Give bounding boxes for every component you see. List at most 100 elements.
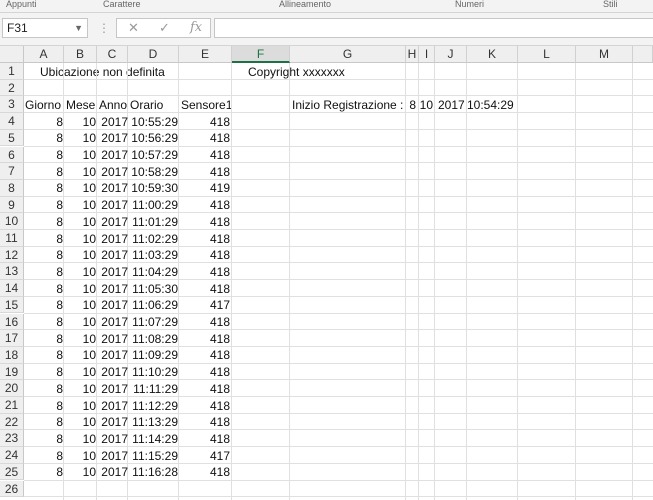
row-header[interactable]: 5 <box>0 129 24 147</box>
more-options-icon[interactable]: ⋮ <box>98 21 110 35</box>
row-header[interactable]: 23 <box>0 430 24 448</box>
cell-day[interactable]: 8 <box>25 281 63 297</box>
cell-year[interactable]: 2017 <box>98 164 128 180</box>
cell-year[interactable]: 2017 <box>98 331 128 347</box>
cell-month[interactable]: 10 <box>65 281 96 297</box>
cell-day[interactable]: 8 <box>25 180 63 196</box>
worksheet-grid[interactable]: Ubicazione non definita Copyright xxxxxx… <box>24 63 653 500</box>
cell-year[interactable]: 2017 <box>98 281 128 297</box>
cell-month[interactable]: 10 <box>65 464 96 480</box>
row-header[interactable]: 8 <box>0 179 24 197</box>
insert-function-icon[interactable]: fx <box>190 20 202 35</box>
cell-year[interactable]: 2017 <box>98 431 128 447</box>
row-header[interactable]: 3 <box>0 96 24 114</box>
row-header[interactable]: 7 <box>0 163 24 180</box>
cell-sensor[interactable]: 418 <box>180 214 230 230</box>
cell-month[interactable]: 10 <box>65 347 96 363</box>
cell-time[interactable]: 11:01:29 <box>129 214 178 230</box>
cell-sensor[interactable]: 418 <box>180 398 230 414</box>
row-header[interactable]: 25 <box>0 463 24 481</box>
start-time[interactable]: 10:54:29 <box>467 97 514 113</box>
column-header-m[interactable]: M <box>576 46 633 63</box>
copyright-text[interactable]: Copyright xxxxxxx <box>248 64 345 80</box>
cell-time[interactable]: 10:57:29 <box>129 147 178 163</box>
row-header[interactable]: 16 <box>0 313 24 331</box>
cell-month[interactable]: 10 <box>65 381 96 397</box>
cell-year[interactable]: 2017 <box>98 381 128 397</box>
cell-year[interactable]: 2017 <box>98 147 128 163</box>
cell-time[interactable]: 11:07:29 <box>129 314 178 330</box>
cell-day[interactable]: 8 <box>25 164 63 180</box>
cell-year[interactable]: 2017 <box>98 448 128 464</box>
cell-sensor[interactable]: 417 <box>180 448 230 464</box>
cell-day[interactable]: 8 <box>25 197 63 213</box>
cell-day[interactable]: 8 <box>25 231 63 247</box>
column-header-a[interactable]: A <box>24 46 64 63</box>
cell-month[interactable]: 10 <box>65 314 96 330</box>
cell-time[interactable]: 10:58:29 <box>129 164 178 180</box>
name-box[interactable]: F31 ▼ <box>2 18 88 38</box>
cell-day[interactable]: 8 <box>25 414 63 430</box>
cell-month[interactable]: 10 <box>65 364 96 380</box>
column-header-h[interactable]: H <box>406 46 419 63</box>
cell-day[interactable]: 8 <box>25 381 63 397</box>
cell-day[interactable]: 8 <box>25 314 63 330</box>
cell-time[interactable]: 11:16:28 <box>129 464 178 480</box>
row-header[interactable]: 9 <box>0 196 24 214</box>
start-registration-label[interactable]: Inizio Registrazione : <box>292 97 403 113</box>
cell-day[interactable]: 8 <box>25 347 63 363</box>
row-header[interactable]: 19 <box>0 363 24 381</box>
header-giorno[interactable]: Giorno <box>25 97 61 113</box>
column-header-g[interactable]: G <box>290 46 406 63</box>
cell-time[interactable]: 11:05:30 <box>129 281 178 297</box>
cell-time[interactable]: 11:15:29 <box>129 448 178 464</box>
cell-day[interactable]: 8 <box>25 331 63 347</box>
cell-sensor[interactable]: 418 <box>180 464 230 480</box>
row-header[interactable]: 2 <box>0 79 24 97</box>
cell-time[interactable]: 11:02:29 <box>129 231 178 247</box>
cell-sensor[interactable]: 418 <box>180 347 230 363</box>
row-header[interactable]: 12 <box>0 246 24 264</box>
cell-year[interactable]: 2017 <box>98 214 128 230</box>
column-header-e[interactable]: E <box>179 46 232 63</box>
cell-time[interactable]: 11:13:29 <box>129 414 178 430</box>
cell-month[interactable]: 10 <box>65 164 96 180</box>
header-orario[interactable]: Orario <box>130 97 163 113</box>
cell-month[interactable]: 10 <box>65 398 96 414</box>
column-header-c[interactable]: C <box>97 46 128 63</box>
cell-day[interactable]: 8 <box>25 214 63 230</box>
cell-month[interactable]: 10 <box>65 130 96 146</box>
cell-month[interactable]: 10 <box>65 331 96 347</box>
header-sensore1[interactable]: Sensore1 <box>181 97 232 113</box>
chevron-down-icon[interactable]: ▼ <box>74 19 83 37</box>
cell-day[interactable]: 8 <box>25 130 63 146</box>
start-year[interactable]: 2017 <box>438 97 465 113</box>
cell-day[interactable]: 8 <box>25 398 63 414</box>
cell-month[interactable]: 10 <box>65 197 96 213</box>
cell-year[interactable]: 2017 <box>98 464 128 480</box>
cell-day[interactable]: 8 <box>25 247 63 263</box>
cell-day[interactable]: 8 <box>25 364 63 380</box>
cancel-icon[interactable]: ✕ <box>128 20 139 36</box>
cell-day[interactable]: 8 <box>25 464 63 480</box>
row-header[interactable]: 6 <box>0 146 24 164</box>
cell-time[interactable]: 11:10:29 <box>129 364 178 380</box>
row-header[interactable]: 22 <box>0 413 24 431</box>
cell-day[interactable]: 8 <box>25 147 63 163</box>
cell-month[interactable]: 10 <box>65 214 96 230</box>
cell-year[interactable]: 2017 <box>98 180 128 196</box>
cell-month[interactable]: 10 <box>65 247 96 263</box>
header-mese[interactable]: Mese <box>66 97 95 113</box>
cell-month[interactable]: 10 <box>65 448 96 464</box>
cell-year[interactable]: 2017 <box>98 231 128 247</box>
row-header[interactable]: 20 <box>0 380 24 397</box>
cell-month[interactable]: 10 <box>65 180 96 196</box>
row-header[interactable]: 10 <box>0 213 24 230</box>
cell-year[interactable]: 2017 <box>98 347 128 363</box>
column-header-k[interactable]: K <box>467 46 518 63</box>
cell-time[interactable]: 11:12:29 <box>129 398 178 414</box>
row-header[interactable]: 24 <box>0 447 24 464</box>
cell-sensor[interactable]: 418 <box>180 331 230 347</box>
cell-time[interactable]: 11:06:29 <box>129 297 178 313</box>
cell-month[interactable]: 10 <box>65 114 96 130</box>
